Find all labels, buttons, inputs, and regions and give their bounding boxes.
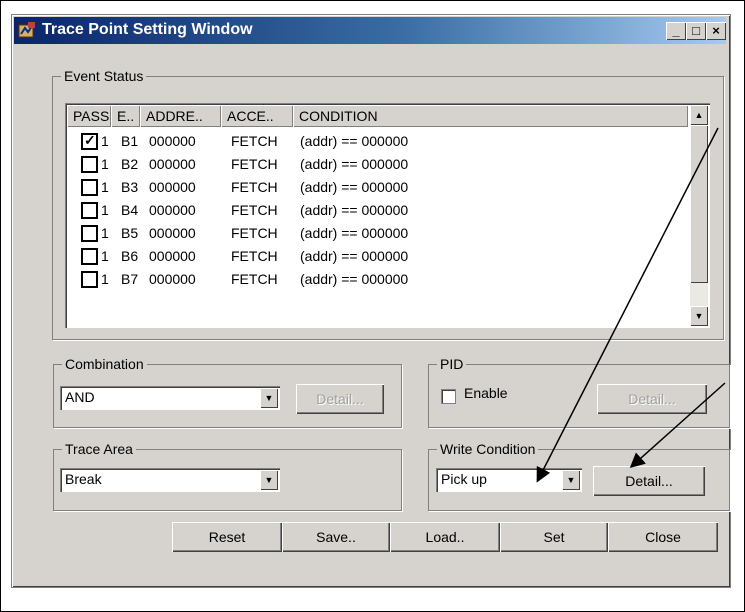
column-header-address[interactable]: ADDRE.. <box>140 105 221 127</box>
write-condition-select[interactable]: Pick up ▼ <box>436 468 582 492</box>
combination-dropdown-icon[interactable]: ▼ <box>260 388 278 408</box>
save-button[interactable]: Save.. <box>282 522 390 552</box>
pass-checkbox[interactable] <box>81 248 98 265</box>
pid-label: PID <box>437 356 467 372</box>
trace-area-value: Break <box>65 471 102 487</box>
maximize-button[interactable]: □ <box>686 22 706 40</box>
cell-e: B1 <box>121 133 139 149</box>
trace-area-select[interactable]: Break ▼ <box>60 468 280 492</box>
cell-e: B5 <box>121 225 139 241</box>
scroll-up-arrow-icon[interactable]: ▲ <box>690 105 708 125</box>
cell-addr: 000000 <box>149 156 196 172</box>
cell-access: FETCH <box>231 225 278 241</box>
event-status-label: Event Status <box>61 68 147 84</box>
close-window-button[interactable]: × <box>706 22 726 40</box>
cell-cond: (addr) == 000000 <box>300 156 409 172</box>
cell-e: B2 <box>121 156 139 172</box>
cell-e: B6 <box>121 248 139 264</box>
pid-enable-checkbox[interactable] <box>441 389 456 404</box>
column-header-access[interactable]: ACCE.. <box>221 105 293 127</box>
cell-access: FETCH <box>231 202 278 218</box>
column-header-event[interactable]: E.. <box>111 105 140 127</box>
table-row[interactable]: ✓ 1 B1 000000 FETCH (addr) == 000000 <box>67 130 677 153</box>
scroll-down-arrow-icon[interactable]: ▼ <box>690 306 708 326</box>
cell-cond: (addr) == 000000 <box>300 202 409 218</box>
table-row[interactable]: 1 B6 000000 FETCH (addr) == 000000 <box>67 245 677 268</box>
cell-addr: 000000 <box>149 179 196 195</box>
cell-pass: 1 <box>101 133 109 149</box>
pid-detail-button[interactable]: Detail... <box>597 384 707 414</box>
cell-access: FETCH <box>231 156 278 172</box>
load-button[interactable]: Load.. <box>390 522 500 552</box>
table-row[interactable]: 1 B3 000000 FETCH (addr) == 000000 <box>67 176 677 199</box>
cell-addr: 000000 <box>149 225 196 241</box>
cell-cond: (addr) == 000000 <box>300 225 409 241</box>
event-list[interactable]: PASS E.. ADDRE.. ACCE.. CONDITION ✓ 1 B1 00… <box>65 103 710 328</box>
pass-checkbox[interactable] <box>81 202 98 219</box>
window-title: Trace Point Setting Window <box>42 21 253 38</box>
cell-addr: 000000 <box>149 248 196 264</box>
pass-checkbox[interactable] <box>81 179 98 196</box>
cell-pass: 1 <box>101 179 109 195</box>
cell-addr: 000000 <box>149 202 196 218</box>
pass-checkbox[interactable] <box>81 225 98 242</box>
trace-area-label: Trace Area <box>62 441 136 457</box>
reset-button[interactable]: Reset <box>172 522 282 552</box>
cell-pass: 1 <box>101 225 109 241</box>
trace-area-dropdown-icon[interactable]: ▼ <box>260 470 278 490</box>
cell-addr: 000000 <box>149 133 196 149</box>
checkmark-icon: ✓ <box>84 132 96 148</box>
combination-value: AND <box>65 389 95 405</box>
cell-e: B3 <box>121 179 139 195</box>
cell-cond: (addr) == 000000 <box>300 248 409 264</box>
scroll-thumb[interactable] <box>690 125 708 283</box>
pass-checkbox[interactable] <box>81 271 98 288</box>
column-header-condition[interactable]: CONDITION <box>293 105 688 127</box>
cell-pass: 1 <box>101 202 109 218</box>
minimize-button[interactable]: _ <box>666 22 686 40</box>
pid-enable-label: Enable <box>464 385 508 401</box>
cell-addr: 000000 <box>149 271 196 287</box>
cell-e: B7 <box>121 271 139 287</box>
cell-e: B4 <box>121 202 139 218</box>
event-list-scrollbar[interactable]: ▲ ▼ <box>690 105 708 326</box>
cell-cond: (addr) == 000000 <box>300 179 409 195</box>
app-icon <box>18 22 35 38</box>
write-condition-dropdown-icon[interactable]: ▼ <box>562 470 580 490</box>
cell-pass: 1 <box>101 271 109 287</box>
cell-cond: (addr) == 000000 <box>300 271 409 287</box>
cell-access: FETCH <box>231 248 278 264</box>
title-bar[interactable]: Trace Point Setting Window _ □ × <box>14 17 726 44</box>
cell-access: FETCH <box>231 179 278 195</box>
write-condition-value: Pick up <box>441 471 487 487</box>
combination-label: Combination <box>62 356 147 372</box>
cell-access: FETCH <box>231 133 278 149</box>
write-condition-detail-button[interactable]: Detail... <box>593 466 705 496</box>
table-row[interactable]: 1 B4 000000 FETCH (addr) == 000000 <box>67 199 677 222</box>
pass-checkbox[interactable] <box>81 156 98 173</box>
table-row[interactable]: 1 B2 000000 FETCH (addr) == 000000 <box>67 153 677 176</box>
cell-pass: 1 <box>101 156 109 172</box>
close-button[interactable]: Close <box>608 522 718 552</box>
cell-cond: (addr) == 000000 <box>300 133 409 149</box>
column-header-pass[interactable]: PASS <box>67 105 111 127</box>
write-condition-label: Write Condition <box>437 441 539 457</box>
cell-pass: 1 <box>101 248 109 264</box>
cell-access: FETCH <box>231 271 278 287</box>
pass-checkbox[interactable]: ✓ <box>81 132 98 150</box>
table-row[interactable]: 1 B7 000000 FETCH (addr) == 000000 <box>67 268 677 291</box>
set-button[interactable]: Set <box>500 522 608 552</box>
combination-detail-button[interactable]: Detail... <box>296 384 384 414</box>
table-row[interactable]: 1 B5 000000 FETCH (addr) == 000000 <box>67 222 677 245</box>
combination-select[interactable]: AND ▼ <box>60 386 280 410</box>
